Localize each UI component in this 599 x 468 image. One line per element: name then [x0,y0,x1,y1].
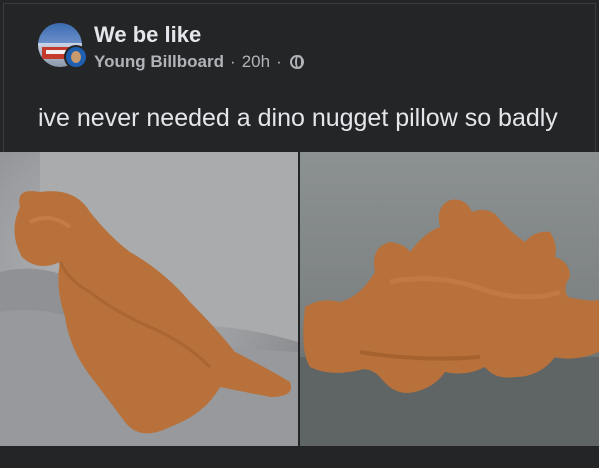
group-name[interactable]: We be like [94,22,304,48]
author-name[interactable]: Young Billboard [94,52,224,72]
photo-left[interactable] [0,152,298,446]
meta-separator-2: · [276,52,282,71]
post-caption: ive never needed a dino nugget pillow so… [38,104,558,132]
post-names: We be like Young Billboard · 20h · [94,22,304,72]
globe-icon [289,55,304,69]
post-footer [0,446,599,468]
avatar-group[interactable] [38,23,90,71]
meta-separator: · [230,52,236,71]
post-meta: Young Billboard · 20h · [94,52,304,72]
dino-nugget-pillow-right-image [300,199,599,446]
dino-nugget-pillow-left-image [0,152,298,446]
photo-right[interactable] [300,152,599,446]
post-header: We be like Young Billboard · 20h · [38,22,304,72]
post-card: We be like Young Billboard · 20h · ive n… [0,0,599,468]
author-avatar[interactable] [64,45,88,69]
post-time[interactable]: 20h [242,52,270,72]
photo-grid [0,152,599,446]
author-avatar-image [71,51,81,63]
